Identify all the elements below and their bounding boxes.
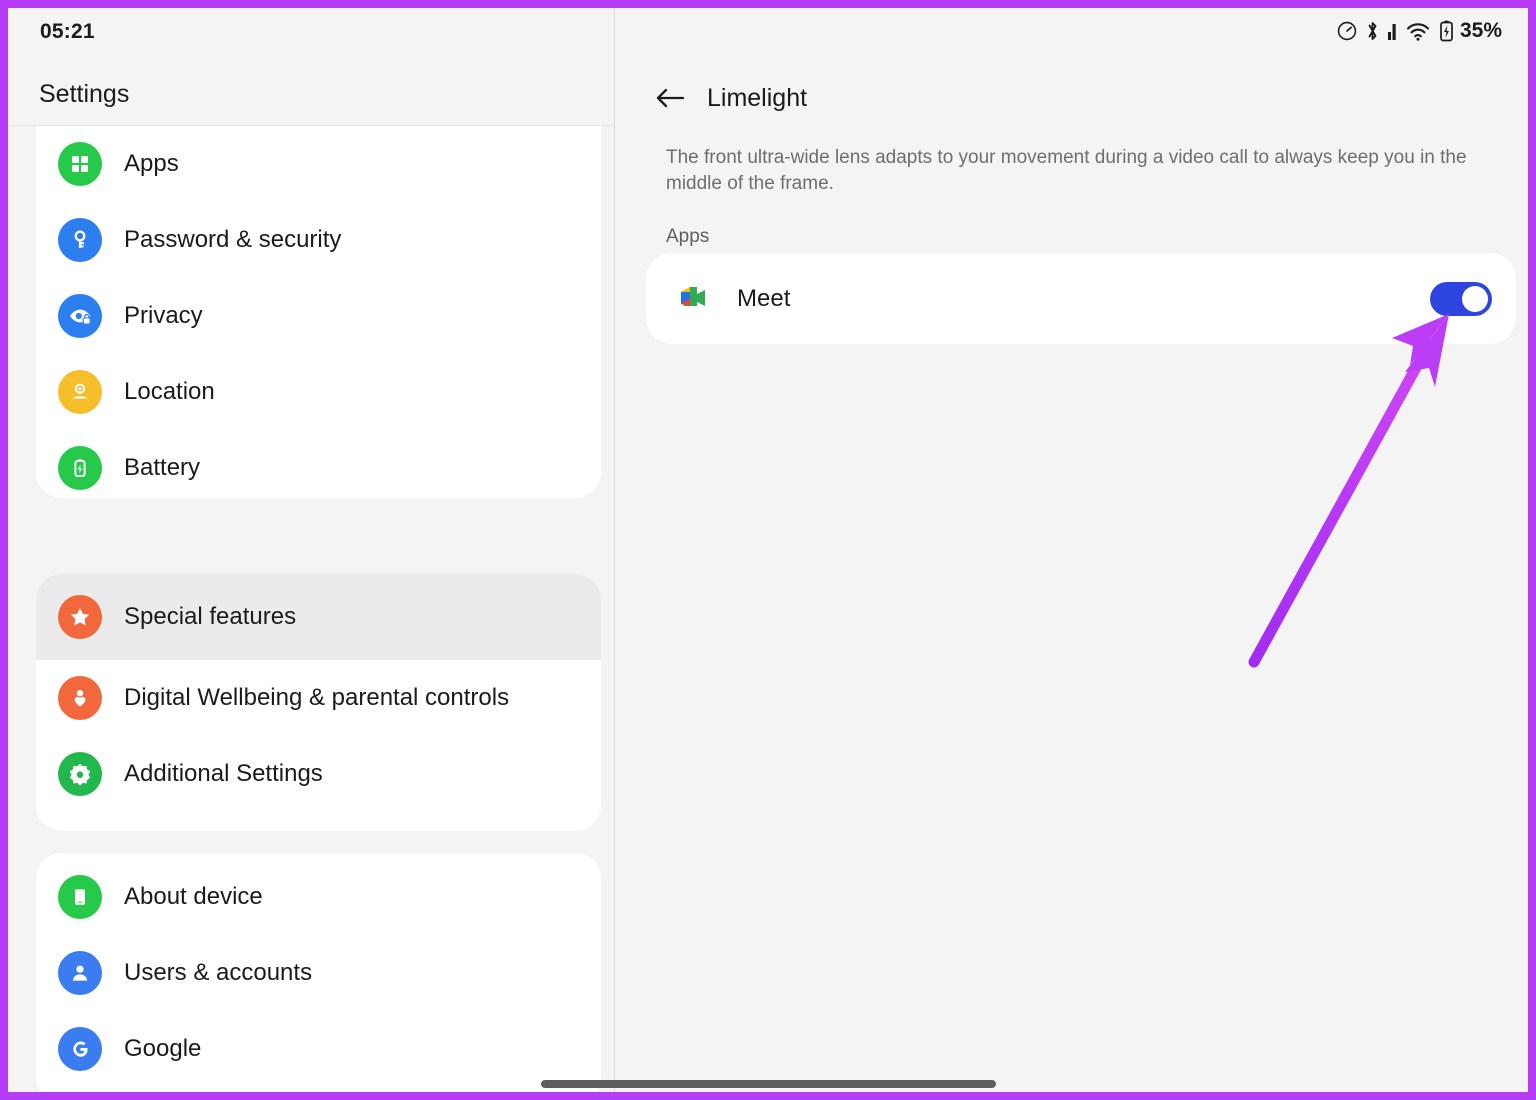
apps-grid-icon (58, 142, 102, 186)
status-clock: 05:21 (40, 20, 95, 43)
meet-toggle[interactable] (1430, 281, 1492, 316)
annotated-screenshot-frame: 05:21 35% Settings Apps Password & secur… (0, 0, 1536, 1100)
sidebar-scroll-area[interactable]: Apps Password & security Privacy Locatio… (8, 126, 615, 1092)
app-row-meet[interactable]: Meet (646, 253, 1516, 344)
sidebar-item-label: Google (124, 1035, 202, 1062)
detail-header: Limelight (615, 68, 1528, 128)
location-pin-icon (58, 370, 102, 414)
settings-sidebar-pane: Settings Apps Password & security Privac… (8, 54, 615, 1092)
wifi-icon (1405, 20, 1431, 42)
battery-icon (58, 446, 102, 490)
apps-section-label: Apps (666, 226, 710, 247)
back-arrow-icon[interactable] (649, 77, 691, 119)
sidebar-item-about-device[interactable]: About device (36, 859, 601, 935)
sidebar-item-location[interactable]: Location (36, 354, 601, 430)
signal-bars-icon (1387, 20, 1397, 42)
settings-group-3: About device Users & accounts Google (36, 853, 601, 1092)
detail-title: Limelight (707, 83, 808, 112)
sidebar-item-label: Additional Settings (124, 760, 323, 787)
detail-pane: Limelight The front ultra-wide lens adap… (615, 54, 1528, 1092)
person-heart-icon (58, 676, 102, 720)
detail-description: The front ultra-wide lens adapts to your… (666, 147, 1467, 194)
gear-icon (58, 752, 102, 796)
app-name-label: Meet (737, 284, 791, 312)
sidebar-item-apps[interactable]: Apps (36, 126, 601, 202)
eye-lock-icon (58, 294, 102, 338)
device-screen: 05:21 35% Settings Apps Password & secur… (8, 8, 1528, 1092)
sidebar-item-users-accounts[interactable]: Users & accounts (36, 935, 601, 1011)
sidebar-item-label: Location (124, 378, 215, 405)
star-icon (58, 595, 102, 639)
sidebar-item-additional-settings[interactable]: Additional Settings (36, 736, 601, 812)
person-icon (58, 951, 102, 995)
sidebar-item-label: Apps (124, 150, 179, 177)
sidebar-item-label: Battery (124, 454, 201, 481)
gesture-home-bar[interactable] (541, 1080, 996, 1088)
google-g-icon (58, 1027, 102, 1071)
sidebar-item-label: Digital Wellbeing & parental controls (124, 684, 510, 711)
sidebar-item-password-security[interactable]: Password & security (36, 202, 601, 278)
bluetooth-icon (1366, 20, 1379, 42)
sidebar-item-google[interactable]: Google (36, 1011, 601, 1087)
settings-group-2: Special features Digital Wellbeing & par… (36, 574, 601, 831)
phone-icon (58, 875, 102, 919)
data-saver-icon (1336, 20, 1358, 42)
sidebar-item-label: Privacy (124, 302, 203, 329)
settings-group-1: Apps Password & security Privacy Locatio… (36, 126, 601, 498)
status-icons: 35% (1336, 17, 1502, 45)
page-title: Settings (39, 80, 130, 108)
battery-charging-icon (1439, 19, 1454, 43)
sidebar-item-label: About device (124, 883, 263, 910)
sidebar-item-label: Password & security (124, 226, 342, 253)
sidebar-item-label: Users & accounts (124, 959, 313, 986)
toggle-knob (1462, 285, 1488, 312)
google-meet-icon (677, 283, 713, 315)
sidebar-item-special-features[interactable]: Special features (36, 574, 601, 660)
sidebar-item-label: Special features (124, 603, 297, 630)
key-icon (58, 218, 102, 262)
sidebar-item-battery[interactable]: Battery (36, 430, 601, 498)
sidebar-item-digital-wellbeing[interactable]: Digital Wellbeing & parental controls (36, 660, 601, 736)
battery-percent-label: 35% (1459, 19, 1502, 42)
status-bar: 05:21 35% (8, 8, 1528, 54)
sidebar-item-privacy[interactable]: Privacy (36, 278, 601, 354)
